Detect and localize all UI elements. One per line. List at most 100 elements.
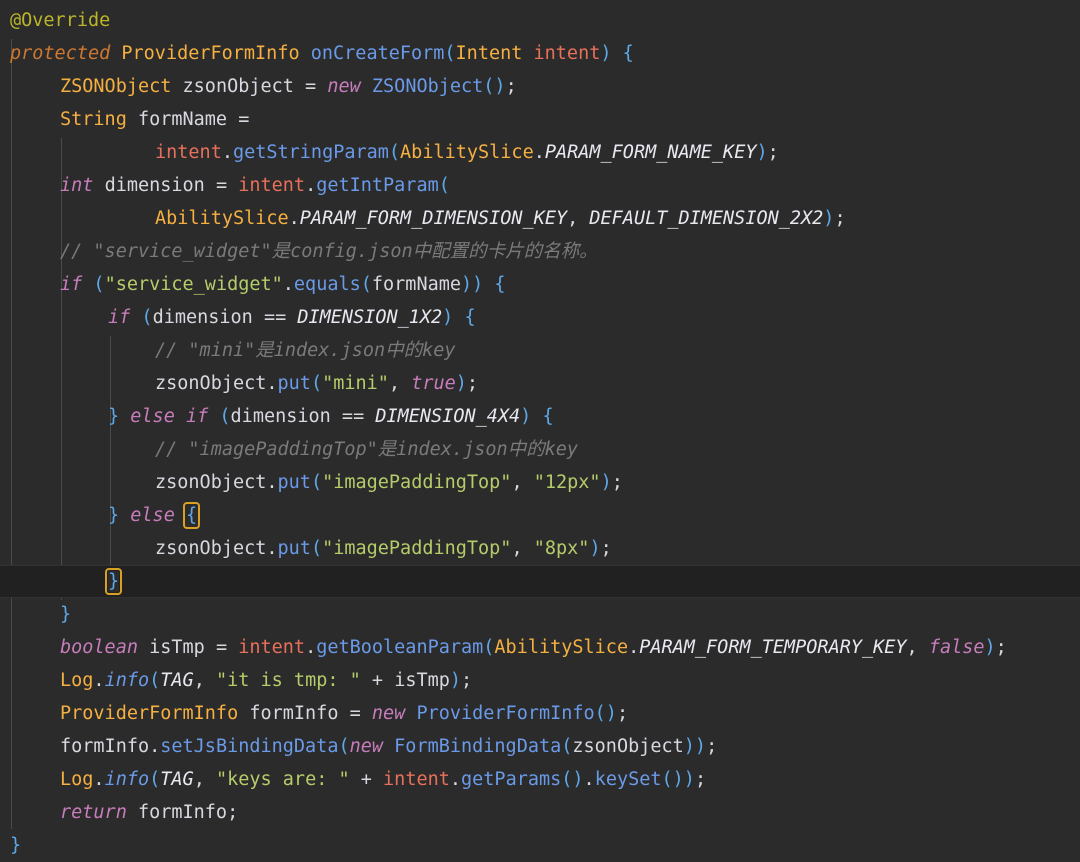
- code-line[interactable]: // "imagePaddingTop"是index.json中的key: [0, 433, 1080, 466]
- token-constant: PARAM_FORM_TEMPORARY_KEY: [639, 637, 907, 658]
- token-method: getBooleanParam: [316, 637, 484, 658]
- comment-mini-key: // "mini"是index.json中的key: [155, 340, 456, 361]
- code-line[interactable]: return formInfo;: [0, 796, 1080, 829]
- code-line[interactable]: zsonObject.put("imagePaddingTop", "8px")…: [0, 532, 1080, 565]
- token-constructor: FormBindingData: [394, 736, 562, 757]
- code-line[interactable]: // "mini"是index.json中的key: [0, 334, 1080, 367]
- token-class: ProviderFormInfo: [121, 43, 300, 64]
- token-string: "mini": [322, 373, 389, 394]
- token-parameter: intent: [533, 43, 601, 64]
- token-local-var: dimension: [152, 307, 253, 328]
- token-method: getStringParam: [232, 142, 389, 163]
- token-local-var: formInfo: [137, 802, 228, 823]
- token-class: AbilitySlice: [400, 142, 534, 163]
- comment-imagepaddingtop-key: // "imagePaddingTop"是index.json中的key: [155, 439, 579, 460]
- token-parameter: intent: [383, 769, 450, 790]
- token-keyword: new: [349, 736, 384, 757]
- code-line[interactable]: protected ProviderFormInfo onCreateForm(…: [0, 37, 1080, 70]
- token-constructor: ZSONObject: [371, 76, 484, 97]
- code-line[interactable]: }: [0, 829, 1080, 862]
- token-parameter: intent: [238, 175, 306, 196]
- token-keyword: if: [108, 307, 131, 328]
- token-keyword: false: [928, 637, 985, 658]
- token-class: Log: [60, 769, 94, 790]
- token-string: "imagePaddingTop": [322, 472, 512, 493]
- code-line[interactable]: Log.info(TAG, "it is tmp: " + isTmp);: [0, 664, 1080, 697]
- token-keyword: return: [60, 802, 127, 823]
- token-keyword: protected: [10, 43, 111, 64]
- code-line[interactable]: ZSONObject zsonObject = new ZSONObject()…: [0, 70, 1080, 103]
- token-method: setJsBindingData: [160, 736, 339, 757]
- token-keyword: new: [371, 703, 406, 724]
- code-line[interactable]: Log.info(TAG, "keys are: " + intent.getP…: [0, 763, 1080, 796]
- token-method: put: [277, 538, 311, 559]
- code-line[interactable]: if (dimension == DIMENSION_1X2) {: [0, 301, 1080, 334]
- token-method: keySet: [594, 769, 662, 790]
- code-line[interactable]: AbilitySlice.PARAM_FORM_DIMENSION_KEY, D…: [0, 202, 1080, 235]
- code-line[interactable]: formInfo.setJsBindingData(new FormBindin…: [0, 730, 1080, 763]
- token-method: getIntParam: [316, 175, 439, 196]
- code-line[interactable]: } else {: [0, 499, 1080, 532]
- token-local-var: dimension: [230, 406, 331, 427]
- code-line[interactable]: int dimension = intent.getIntParam(: [0, 169, 1080, 202]
- token-constant: TAG: [160, 670, 194, 691]
- code-line[interactable]: zsonObject.put("imagePaddingTop", "12px"…: [0, 466, 1080, 499]
- token-string: "it is tmp: ": [215, 670, 361, 691]
- code-line[interactable]: String formName =: [0, 103, 1080, 136]
- code-editor-pane[interactable]: @Override protected ProviderFormInfo onC…: [0, 0, 1080, 862]
- token-method: equals: [293, 274, 361, 295]
- token-local-var: isTmp: [149, 637, 205, 658]
- matched-brace-open: {: [182, 502, 201, 529]
- token-local-var: formInfo: [60, 736, 150, 757]
- code-line[interactable]: // "service_widget"是config.json中配置的卡片的名称…: [0, 235, 1080, 268]
- token-method: info: [104, 769, 150, 790]
- token-string: "8px": [533, 538, 590, 559]
- token-class: String: [60, 109, 127, 130]
- token-method: put: [277, 373, 311, 394]
- annotation-override: @Override: [10, 10, 111, 31]
- matched-brace-close: }: [104, 568, 123, 595]
- code-line[interactable]: if ("service_widget".equals(formName)) {: [0, 268, 1080, 301]
- token-keyword: if: [60, 274, 83, 295]
- token-string: "12px": [533, 472, 601, 493]
- token-string: "service_widget": [104, 274, 283, 295]
- token-keyword: new: [327, 76, 361, 97]
- token-constant: DEFAULT_DIMENSION_2X2: [589, 208, 824, 229]
- code-line-current[interactable]: }: [0, 565, 1080, 598]
- token-class: AbilitySlice: [155, 208, 289, 229]
- code-line[interactable]: zsonObject.put("mini", true);: [0, 367, 1080, 400]
- token-parameter: intent: [155, 142, 222, 163]
- token-constant: DIMENSION_1X2: [297, 307, 443, 328]
- code-line[interactable]: boolean isTmp = intent.getBooleanParam(A…: [0, 631, 1080, 664]
- code-line[interactable]: } else if (dimension == DIMENSION_4X4) {: [0, 400, 1080, 433]
- code-lines-container[interactable]: @Override protected ProviderFormInfo onC…: [0, 0, 1080, 862]
- token-keyword: boolean: [60, 637, 138, 658]
- token-method: put: [277, 472, 311, 493]
- token-method-decl: onCreateForm: [310, 43, 445, 64]
- token-method: info: [104, 670, 150, 691]
- code-line[interactable]: @Override: [0, 4, 1080, 37]
- token-keyword: else: [130, 505, 175, 526]
- token-brace: }: [10, 835, 22, 856]
- token-parameter: intent: [238, 637, 306, 658]
- token-string: "imagePaddingTop": [322, 538, 512, 559]
- token-local-var: isTmp: [394, 670, 450, 691]
- token-constant: PARAM_FORM_NAME_KEY: [544, 142, 757, 163]
- token-constant: PARAM_FORM_DIMENSION_KEY: [299, 208, 568, 229]
- token-constant: TAG: [160, 769, 194, 790]
- token-local-var: formName: [371, 274, 461, 295]
- code-line[interactable]: ProviderFormInfo formInfo = new Provider…: [0, 697, 1080, 730]
- token-constructor: ProviderFormInfo: [416, 703, 595, 724]
- token-keyword: else: [130, 406, 175, 427]
- token-brace: }: [60, 604, 72, 625]
- token-class: Intent: [455, 43, 523, 64]
- token-class: ZSONObject: [60, 76, 172, 97]
- token-local-var: formName: [137, 109, 228, 130]
- token-class: AbilitySlice: [494, 637, 629, 658]
- token-constant: DIMENSION_4X4: [375, 406, 521, 427]
- token-keyword: true: [411, 373, 456, 394]
- token-local-var: dimension: [104, 175, 205, 196]
- code-line[interactable]: intent.getStringParam(AbilitySlice.PARAM…: [0, 136, 1080, 169]
- token-string: "keys are: ": [215, 769, 350, 790]
- code-line[interactable]: }: [0, 598, 1080, 631]
